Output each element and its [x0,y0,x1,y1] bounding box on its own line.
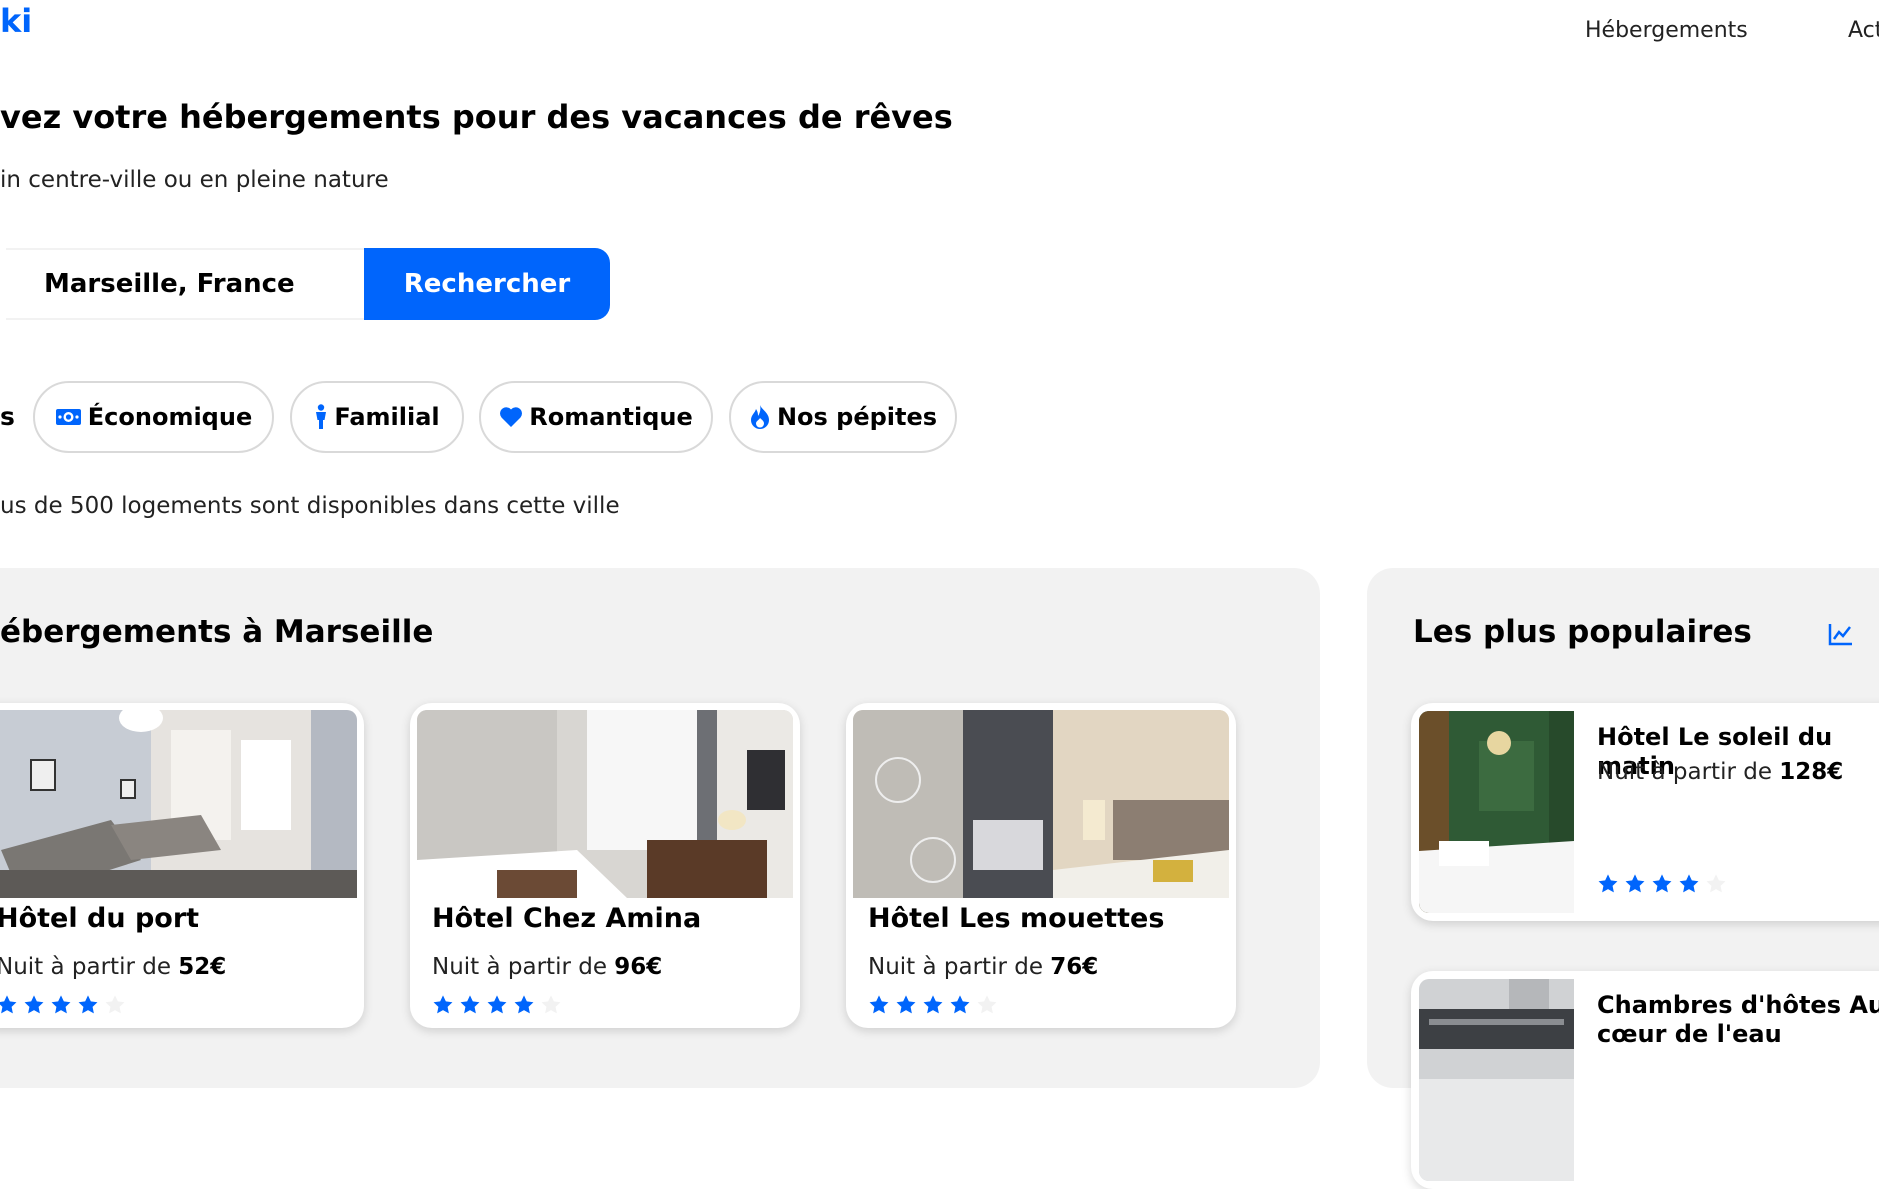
fire-icon [749,404,771,430]
star-filled-icon [923,995,943,1014]
search-button[interactable]: Rechercher [364,248,610,320]
star-rating [0,994,126,1016]
star-empty-icon [1706,874,1726,893]
star-filled-icon [1652,874,1672,893]
listing-photo [0,710,357,898]
popular-price: Nuit à partir de 128€ [1597,759,1844,785]
filter-label: Romantique [529,403,693,431]
star-empty-icon [541,995,561,1014]
star-filled-icon [487,995,507,1014]
star-rating [868,994,998,1016]
star-filled-icon [1598,874,1618,893]
star-filled-icon [433,995,453,1014]
star-filled-icon [896,995,916,1014]
filter-familial[interactable]: Familial [290,381,464,453]
listing-name[interactable]: Hôtel Les mouettes [868,903,1164,934]
star-filled-icon [51,995,71,1014]
heart-icon [499,406,523,428]
star-rating [1597,873,1727,895]
listings-title: ébergements à Marseille [0,614,434,650]
star-filled-icon [514,995,534,1014]
page-title: vez votre hébergements pour des vacances… [0,98,953,136]
listing-photo [417,710,793,898]
star-empty-icon [977,995,997,1014]
star-filled-icon [460,995,480,1014]
popular-title: Les plus populaires [1413,614,1752,650]
star-filled-icon [24,995,44,1014]
trend-chart-icon[interactable] [1828,622,1854,650]
popular-card[interactable]: Hôtel Le soleil du matin Nuit à partir d… [1411,703,1879,921]
filter-label: Familial [334,403,440,431]
star-filled-icon [950,995,970,1014]
star-filled-icon [869,995,889,1014]
availability-text: us de 500 logements sont disponibles dan… [0,493,620,519]
logo[interactable]: ki [0,2,32,40]
popular-name[interactable]: Chambres d'hôtes Au cœur de l'eau [1597,991,1879,1049]
page-subtitle: in centre-ville ou en pleine nature [0,167,389,193]
listing-price: Nuit à partir de 76€ [868,954,1099,980]
star-filled-icon [1679,874,1699,893]
popular-photo [1419,711,1574,913]
person-icon [314,404,328,430]
star-empty-icon [105,995,125,1014]
filter-label: Économique [87,403,253,431]
listing-card[interactable]: Hôtel du port Nuit à partir de 52€ [0,703,364,1028]
search-input[interactable] [6,248,364,320]
filter-partial[interactable]: s [0,402,15,431]
star-filled-icon [78,995,98,1014]
listing-card[interactable]: Hôtel Les mouettes Nuit à partir de 76€ [846,703,1236,1028]
popular-card[interactable]: Chambres d'hôtes Au cœur de l'eau [1411,971,1879,1189]
listing-photo [853,710,1229,898]
popular-photo [1419,979,1574,1181]
filter-nos-pepites[interactable]: Nos pépites [729,381,957,453]
listing-card[interactable]: Hôtel Chez Amina Nuit à partir de 96€ [410,703,800,1028]
nav-hebergements[interactable]: Hébergements [1585,18,1748,43]
star-rating [432,994,562,1016]
listing-name[interactable]: Hôtel du port [0,903,199,934]
filter-economique[interactable]: Économique [33,381,274,453]
star-filled-icon [1625,874,1645,893]
listing-name[interactable]: Hôtel Chez Amina [432,903,701,934]
nav-activites[interactable]: Act [1848,18,1879,43]
filter-romantique[interactable]: Romantique [479,381,713,453]
star-filled-icon [0,995,17,1014]
money-icon [55,407,82,427]
listing-price: Nuit à partir de 96€ [432,954,663,980]
listing-price: Nuit à partir de 52€ [0,954,227,980]
filter-label: Nos pépites [776,403,938,431]
